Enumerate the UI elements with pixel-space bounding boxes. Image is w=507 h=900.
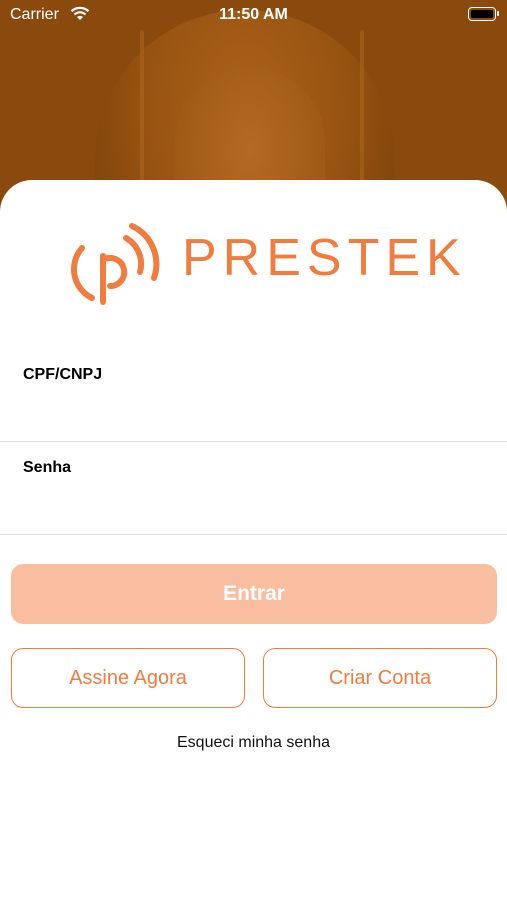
hero-strand — [360, 30, 364, 190]
prestek-logo: PRESTEK — [70, 220, 461, 310]
login-button[interactable]: Entrar — [11, 564, 497, 624]
divider — [0, 534, 507, 535]
create-account-button[interactable]: Criar Conta — [263, 648, 497, 708]
divider — [0, 441, 507, 442]
battery-icon — [468, 7, 499, 21]
status-bar: Carrier 11:50 AM — [0, 0, 507, 30]
subscribe-button[interactable]: Assine Agora — [11, 648, 245, 708]
cpf-input[interactable] — [23, 396, 487, 428]
brand-name: PRESTEK — [182, 229, 467, 287]
password-label: Senha — [23, 459, 72, 476]
login-card: PRESTEK CPF/CNPJ Senha Entrar Assine Ago… — [0, 180, 507, 900]
hero-strand — [140, 30, 144, 190]
forgot-password-link[interactable]: Esqueci minha senha — [0, 734, 507, 752]
password-input[interactable] — [23, 490, 487, 522]
clock: 11:50 AM — [219, 6, 288, 23]
cpf-label: CPF/CNPJ — [23, 366, 103, 383]
signal-p-icon — [70, 223, 160, 305]
